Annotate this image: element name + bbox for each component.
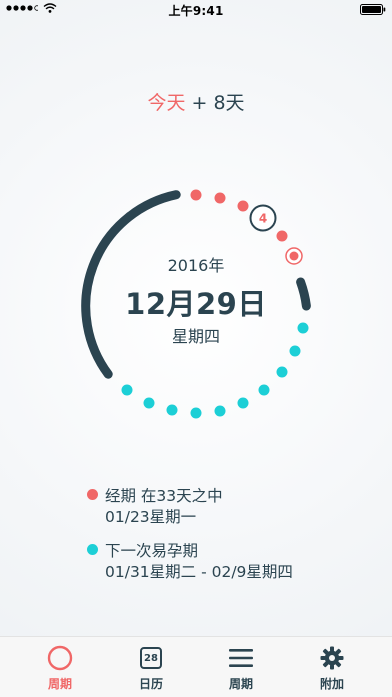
fertile-dot [214, 405, 226, 417]
period-legend-date: 01/23星期一 [105, 508, 197, 526]
tab-cycle-list-label: 周期 [228, 677, 253, 691]
fertile-dot [190, 407, 202, 419]
fertile-dot [143, 397, 155, 409]
fertile-dot [121, 384, 133, 396]
weekday-label: 星期四 [171, 327, 220, 346]
tab-calendar-label: 日历 [138, 677, 163, 691]
tab-cycle-label: 周期 [47, 677, 72, 691]
fertile-dot [297, 322, 309, 334]
menu-icon [229, 645, 253, 671]
year-label: 2016年 [167, 256, 225, 275]
date-label: 12月29日 [125, 287, 267, 321]
calendar-badge: 28 [140, 647, 162, 669]
period-dot [237, 200, 249, 212]
tab-bar: 周期 28 日历 周期 附加 [0, 636, 392, 697]
tab-extras-label: 附加 [319, 677, 344, 691]
gear-icon [320, 645, 344, 671]
fertile-legend-date: 01/31星期二 - 02/9星期四 [105, 563, 293, 581]
fertile-dot [258, 384, 270, 396]
period-dot [276, 230, 288, 242]
tab-extras[interactable]: 附加 [292, 637, 372, 697]
fertile-dot [166, 404, 178, 416]
fertile-legend-title: 下一次易孕期 [105, 542, 199, 560]
ring-icon [47, 645, 73, 671]
fertile-legend-dot [87, 544, 98, 555]
period-legend-title: 经期 在33天之中 [105, 487, 223, 505]
period-dot [190, 189, 202, 201]
tab-cycle[interactable]: 周期 [20, 637, 100, 697]
cycle-arc-current [296, 277, 311, 311]
fertile-dot [289, 345, 301, 357]
period-legend-dot [87, 489, 98, 500]
tab-calendar[interactable]: 28 日历 [111, 637, 191, 697]
day-marker-number: 4 [259, 212, 267, 226]
fertile-dot [276, 366, 288, 378]
fertile-dot [237, 397, 249, 409]
calendar-icon: 28 [140, 645, 162, 671]
period-dot [214, 192, 226, 204]
tab-cycle-list[interactable]: 周期 [201, 637, 281, 697]
cycle-ring[interactable]: 4 [0, 0, 392, 696]
